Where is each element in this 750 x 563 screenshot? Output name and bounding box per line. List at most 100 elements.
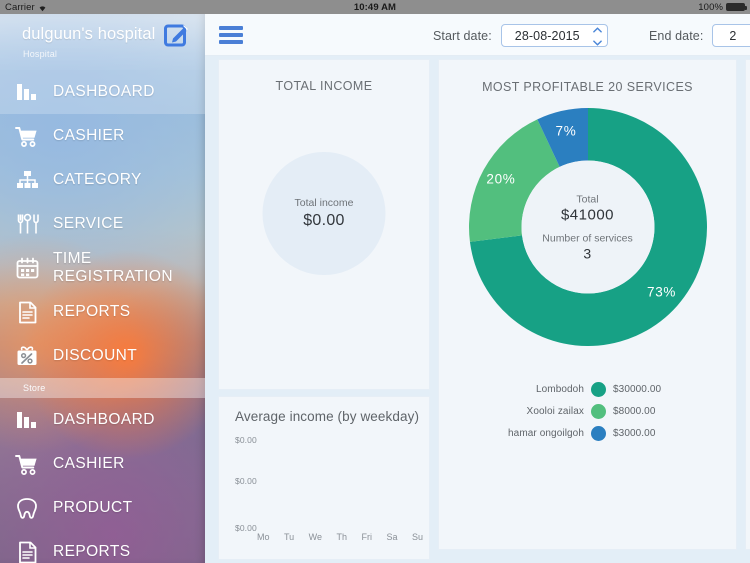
- sidebar-section-store: Store: [0, 378, 205, 398]
- start-date-input[interactable]: 28-08-2015: [500, 24, 608, 47]
- legend-item[interactable]: Lombodoh $30000.00: [439, 378, 738, 400]
- total-income-card: TOTAL INCOME Total income $0.00: [218, 59, 430, 390]
- total-income-circle-value: $0.00: [303, 212, 345, 229]
- legend-value: $3000.00: [613, 427, 656, 439]
- end-date-input[interactable]: 2: [712, 24, 750, 47]
- legend-color-dot: [591, 381, 606, 397]
- most-profitable-services-card: MOST PROFITABLE 20 SERVICES Total $41000…: [438, 59, 737, 550]
- status-time: 10:49 AM: [353, 1, 397, 13]
- sidebar-item-reports-hospital[interactable]: REPORTS: [0, 290, 205, 334]
- donut-chart: Total $41000 Number of services 3 73% 20…: [468, 108, 707, 346]
- battery-percent-label: 100%: [698, 1, 723, 13]
- sidebar-item-dashboard-store[interactable]: DASHBOARD: [0, 398, 205, 442]
- shopping-cart-icon: [14, 123, 40, 149]
- weekday-x-axis: Mo Tu We Th Fri Sa Su: [257, 532, 423, 542]
- sidebar-item-dashboard-hospital[interactable]: DASHBOARD: [0, 70, 205, 114]
- legend-value: $8000.00: [613, 405, 656, 417]
- x-tick-label: Fri: [361, 532, 372, 542]
- end-date-group: End date: 2: [649, 24, 750, 47]
- ios-status-bar: Carrier 10:49 AM 100%: [0, 0, 750, 14]
- bar-chart-icon: [14, 79, 40, 105]
- sidebar-item-service[interactable]: SERVICE: [0, 202, 205, 246]
- sitemap-icon: [14, 167, 40, 193]
- y-tick-label: $0.00: [235, 435, 257, 445]
- offscreen-card-partial: [745, 59, 750, 550]
- donut-percent-label: 73%: [647, 284, 677, 300]
- start-date-label: Start date:: [433, 28, 492, 43]
- sidebar-item-label: DASHBOARD: [53, 411, 155, 428]
- start-date-value: 28-08-2015: [514, 28, 580, 43]
- hamburger-bar: [219, 26, 243, 30]
- total-income-circle-label: Total income: [294, 197, 354, 209]
- sidebar: dulguun's hospital Hospital DASHBOARD CA…: [0, 14, 205, 563]
- average-income-title: Average income (by weekday): [235, 409, 420, 424]
- gift-percent-icon: [14, 343, 40, 369]
- edit-square-icon[interactable]: [163, 21, 191, 49]
- status-battery-group: 100%: [698, 1, 747, 13]
- calendar-icon: [14, 255, 40, 281]
- dashboard-content: TOTAL INCOME Total income $0.00 Average …: [205, 56, 750, 563]
- top-toolbar: Start date: 28-08-2015 End date: 2: [205, 14, 750, 56]
- sidebar-item-label: PRODUCT: [53, 499, 133, 516]
- shopping-cart-icon: [14, 451, 40, 477]
- start-date-group: Start date: 28-08-2015: [433, 24, 608, 47]
- document-icon: [14, 299, 40, 325]
- legend-color-dot: [591, 425, 606, 441]
- document-icon: [14, 539, 40, 563]
- legend-item[interactable]: Xooloi zailax $8000.00: [439, 400, 738, 422]
- sidebar-item-product[interactable]: PRODUCT: [0, 486, 205, 530]
- donut-count-label: Number of services: [542, 232, 633, 244]
- donut-total-label: Total: [576, 193, 599, 205]
- sidebar-item-cashier-store[interactable]: CASHIER: [0, 442, 205, 486]
- hamburger-menu-icon[interactable]: [219, 26, 243, 44]
- sidebar-header: dulguun's hospital Hospital: [0, 14, 205, 70]
- legend-label: Lombodoh: [535, 383, 584, 395]
- x-tick-label: Sa: [386, 532, 398, 542]
- end-date-value: 2: [729, 28, 737, 43]
- donut-total-value: $41000: [560, 206, 615, 223]
- tooth-icon: [14, 495, 40, 521]
- hamburger-bar: [219, 40, 243, 44]
- legend-item[interactable]: hamar ongoilgoh $3000.00: [439, 422, 738, 444]
- weekday-y-axis: $0.00 $0.00 $0.00: [235, 435, 415, 537]
- cutlery-icon: [14, 211, 40, 237]
- legend-color-dot: [591, 403, 606, 419]
- sidebar-item-label: SERVICE: [53, 215, 124, 232]
- chevron-up-icon: [592, 27, 602, 33]
- sidebar-item-cashier-hospital[interactable]: CASHIER: [0, 114, 205, 158]
- sidebar-item-discount[interactable]: DISCOUNT: [0, 334, 205, 378]
- sidebar-org-subtitle: Hospital: [23, 49, 58, 59]
- app-root: Carrier 10:49 AM 100% dulguun's hospital…: [0, 0, 750, 563]
- x-tick-label: We: [308, 532, 322, 542]
- sidebar-item-reports-store[interactable]: REPORTS: [0, 530, 205, 563]
- start-date-stepper[interactable]: [592, 27, 602, 46]
- donut-percent-label: 7%: [555, 123, 577, 139]
- sidebar-item-label: CASHIER: [53, 127, 125, 144]
- y-tick-label: $0.00: [235, 523, 257, 533]
- legend-value: $30000.00: [613, 383, 662, 395]
- sidebar-item-category[interactable]: CATEGORY: [0, 158, 205, 202]
- hamburger-bar: [219, 33, 243, 37]
- sidebar-item-label: DASHBOARD: [53, 83, 155, 100]
- end-date-label: End date:: [649, 28, 704, 43]
- total-income-circle: Total income $0.00: [262, 152, 386, 275]
- donut-chart-title: MOST PROFITABLE 20 SERVICES: [482, 80, 693, 94]
- y-tick-label: $0.00: [235, 476, 257, 486]
- sidebar-hospital-list: DASHBOARD CASHIER CATEGORY SERVICE TIME …: [0, 70, 205, 378]
- x-tick-label: Su: [411, 532, 423, 542]
- donut-count-value: 3: [583, 245, 592, 261]
- x-tick-label: Th: [336, 532, 347, 542]
- average-income-weekday-card: Average income (by weekday) $0.00 $0.00 …: [218, 396, 430, 560]
- total-income-title: TOTAL INCOME: [275, 79, 373, 93]
- legend-label: Xooloi zailax: [526, 405, 584, 417]
- donut-legend: Lombodoh $30000.00 Xooloi zailax $8000.0…: [439, 378, 738, 444]
- donut-center-summary: Total $41000 Number of services 3: [521, 160, 654, 294]
- legend-label: hamar ongoilgoh: [508, 427, 584, 439]
- sidebar-item-label: CATEGORY: [53, 171, 142, 188]
- sidebar-item-label: REPORTS: [53, 543, 131, 560]
- bar-chart-icon: [14, 407, 40, 433]
- sidebar-org-title: dulguun's hospital: [22, 25, 156, 43]
- chevron-down-icon: [592, 40, 602, 46]
- sidebar-item-time-registration[interactable]: TIME REGISTRATION: [0, 246, 205, 290]
- sidebar-item-label: DISCOUNT: [53, 347, 138, 364]
